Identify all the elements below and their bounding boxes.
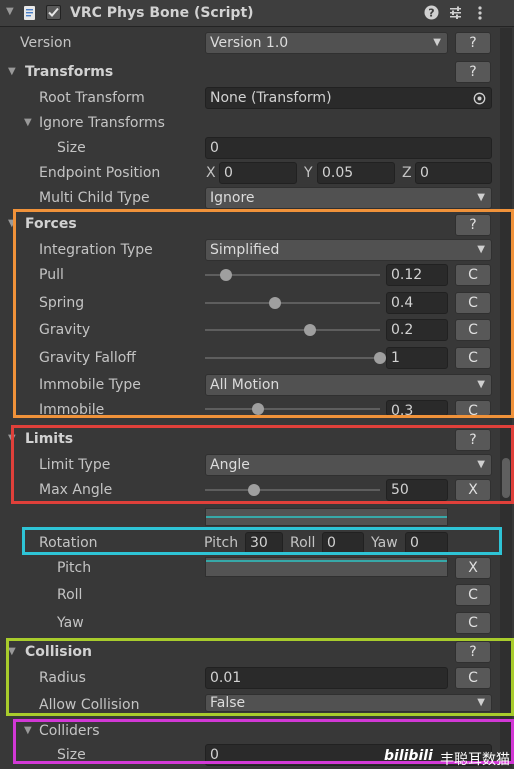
kebab-menu-icon[interactable] <box>475 5 485 21</box>
chevron-down-icon: ▼ <box>433 37 441 48</box>
collision-highlight-box <box>6 638 514 716</box>
multi-child-type-label: Multi Child Type <box>39 190 150 206</box>
ignore-transforms-foldout-icon[interactable]: ▼ <box>24 117 32 128</box>
sliders-icon[interactable] <box>448 5 463 20</box>
yaw-curve-label: Yaw <box>57 615 84 631</box>
forces-highlight-box <box>13 209 514 418</box>
endpoint-y-field[interactable]: 0.05 <box>317 162 395 184</box>
limits-highlight-box <box>11 425 514 504</box>
component-header: ▼ VRC Phys Bone (Script) ? <box>0 0 514 27</box>
max-angle-curve-line <box>206 516 447 518</box>
version-value: Version 1.0 <box>210 35 289 51</box>
svg-text:?: ? <box>428 7 434 20</box>
pitch-curve-button[interactable]: X <box>455 557 491 579</box>
rotation-highlight-box <box>22 527 502 555</box>
checkmark-icon <box>48 7 59 17</box>
ignore-transforms-size-field[interactable]: 0 <box>205 137 492 159</box>
max-angle-curve-preview[interactable] <box>205 508 448 526</box>
transforms-help-button[interactable]: ? <box>455 61 491 83</box>
roll-curve-button[interactable]: C <box>455 584 491 606</box>
multi-child-type-value: Ignore <box>210 190 255 206</box>
endpoint-x-field[interactable]: 0 <box>219 162 297 184</box>
colliders-highlight-box <box>13 719 514 764</box>
root-transform-field[interactable]: None (Transform) <box>205 87 492 109</box>
enabled-checkbox[interactable] <box>46 5 61 20</box>
version-dropdown[interactable]: Version 1.0 ▼ <box>205 32 448 54</box>
component-title: VRC Phys Bone (Script) <box>70 5 254 21</box>
chevron-down-icon: ▼ <box>477 192 485 203</box>
object-picker-icon[interactable] <box>473 92 486 105</box>
ignore-transforms-size-label: Size <box>57 140 86 156</box>
pitch-curve-line <box>206 560 447 562</box>
component-foldout-icon[interactable]: ▼ <box>6 6 14 17</box>
endpoint-position-label: Endpoint Position <box>39 165 161 181</box>
endpoint-y-label: Y <box>304 165 313 181</box>
transforms-foldout-icon[interactable]: ▼ <box>8 66 16 77</box>
script-icon <box>24 6 35 20</box>
roll-curve-label: Roll <box>57 587 83 603</box>
root-transform-value: None (Transform) <box>210 90 332 106</box>
bilibili-logo: bilibili <box>384 748 433 764</box>
pitch-curve-label: Pitch <box>57 560 92 576</box>
endpoint-x-label: X <box>206 165 216 181</box>
endpoint-z-field[interactable]: 0 <box>415 162 492 184</box>
ignore-transforms-label: Ignore Transforms <box>39 115 165 131</box>
help-icon[interactable]: ? <box>424 5 439 20</box>
watermark-text: 丰聪耳数猫 <box>440 752 510 768</box>
endpoint-z-label: Z <box>402 165 412 181</box>
pitch-curve-preview[interactable] <box>205 557 448 577</box>
version-label: Version <box>20 35 72 51</box>
root-transform-label: Root Transform <box>39 90 145 106</box>
multi-child-type-dropdown[interactable]: Ignore ▼ <box>205 187 492 209</box>
yaw-curve-button[interactable]: C <box>455 612 491 634</box>
version-help-button[interactable]: ? <box>455 32 491 54</box>
transforms-section-title: Transforms <box>25 64 114 80</box>
